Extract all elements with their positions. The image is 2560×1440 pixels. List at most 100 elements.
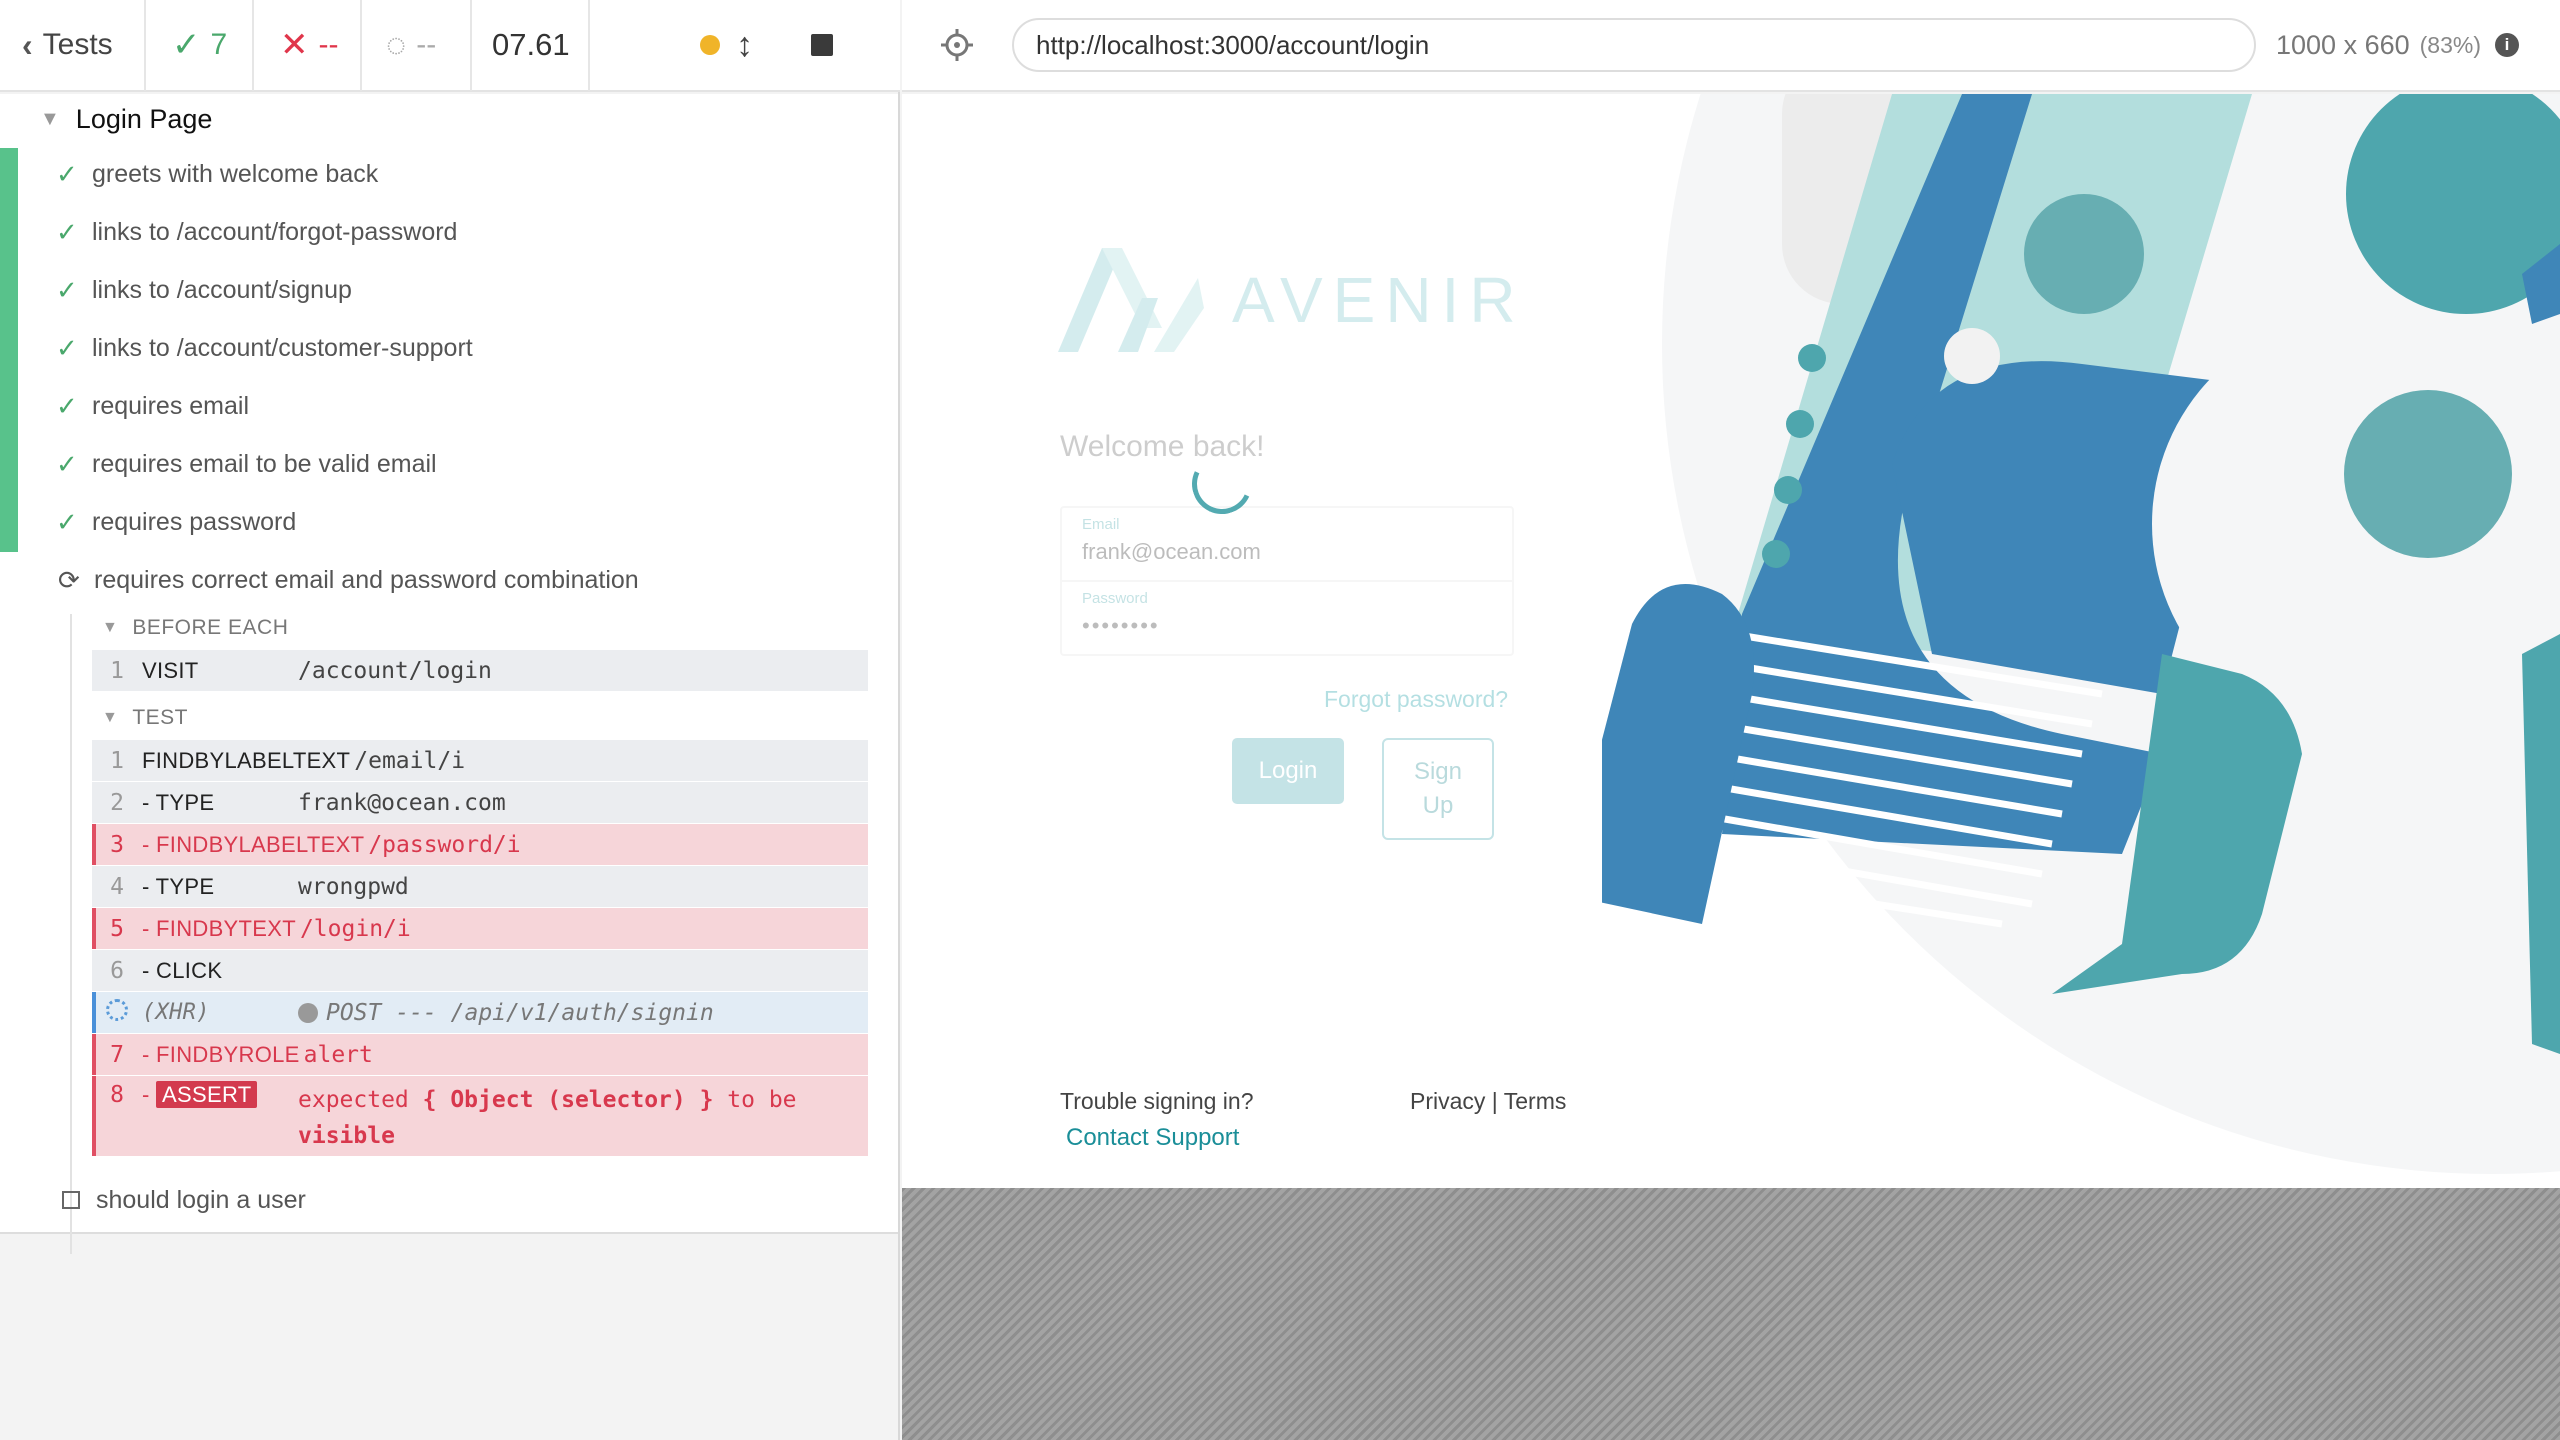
square-icon bbox=[62, 1191, 80, 1209]
test-item-pending[interactable]: should login a user bbox=[58, 1180, 306, 1220]
check-icon: ✓ bbox=[172, 26, 201, 64]
hook-test[interactable]: ▼ TEST bbox=[102, 706, 188, 730]
password-field[interactable]: Password •••••••• bbox=[1062, 582, 1512, 656]
assert-text: expected bbox=[298, 1087, 409, 1113]
test-item[interactable]: ✓ links to /account/customer-support bbox=[56, 328, 473, 368]
email-value: frank@ocean.com bbox=[1082, 539, 1261, 564]
command-log-pane: ‹ Tests ✓ 7 ✕ -- ◌ -- 07.61 ↕ ▼ Login Pa… bbox=[0, 0, 900, 1440]
password-label: Password bbox=[1082, 590, 1148, 607]
caret-down-icon: ▼ bbox=[102, 709, 119, 726]
check-icon: ✓ bbox=[56, 390, 78, 421]
viewport-size: 1000 x 660 bbox=[2276, 29, 2410, 60]
command-row-failed[interactable]: 3 FINDBYLABELTEXT /password/i bbox=[92, 824, 868, 865]
command-number: 7 bbox=[110, 1041, 124, 1068]
suite-title[interactable]: ▼ Login Page bbox=[40, 104, 212, 135]
command-number: 6 bbox=[110, 957, 124, 984]
passed-value: 7 bbox=[210, 28, 228, 61]
test-item[interactable]: ✓ links to /account/signup bbox=[56, 270, 352, 310]
auto-scroll-icon[interactable]: ↕ bbox=[736, 26, 753, 65]
command-row-xhr[interactable]: (XHR) POST --- /api/v1/auth/signin bbox=[92, 992, 868, 1033]
check-icon: ✓ bbox=[56, 274, 78, 305]
assert-badge: ASSERT bbox=[156, 1081, 258, 1108]
avenir-logo: AVENIR bbox=[1058, 248, 1526, 352]
command-row[interactable]: 1 VISIT /account/login bbox=[92, 650, 868, 691]
info-icon[interactable]: i bbox=[2494, 33, 2519, 57]
brand-name: AVENIR bbox=[1232, 264, 1526, 336]
command-row[interactable]: 2 TYPE frank@ocean.com bbox=[92, 782, 868, 823]
hook-before-each[interactable]: ▼ BEFORE EACH bbox=[102, 616, 288, 640]
test-title: links to /account/signup bbox=[92, 275, 352, 304]
viewport-scale: (83%) bbox=[2419, 31, 2481, 58]
suite-title-label: Login Page bbox=[75, 104, 213, 134]
test-item[interactable]: ✓ greets with welcome back bbox=[56, 154, 379, 194]
command-name: FINDBYLABELTEXT bbox=[142, 747, 351, 773]
test-item-running[interactable]: ⟳ requires correct email and password com… bbox=[58, 560, 639, 600]
test-item[interactable]: ✓ requires email bbox=[56, 386, 249, 426]
command-row[interactable]: 6 CLICK bbox=[92, 950, 868, 991]
logo-mark-icon bbox=[1058, 248, 1204, 352]
check-icon: ✓ bbox=[56, 506, 78, 537]
contact-support-link[interactable]: Contact Support bbox=[1066, 1124, 1239, 1152]
test-item[interactable]: ✓ requires email to be valid email bbox=[56, 444, 437, 484]
command-row-assert-failed[interactable]: 8 - ASSERT expected { Object (selector) … bbox=[92, 1076, 868, 1156]
login-button[interactable]: Login bbox=[1232, 738, 1344, 804]
viewport-info[interactable]: 1000 x 660 (83%) i bbox=[2276, 30, 2519, 61]
test-item[interactable]: ✓ requires password bbox=[56, 502, 297, 542]
command-number: 1 bbox=[110, 657, 124, 684]
command-number: 3 bbox=[110, 831, 124, 858]
command-row-failed[interactable]: 5 FINDBYTEXT /login/i bbox=[92, 908, 868, 949]
tests-label: Tests bbox=[42, 28, 113, 61]
command-row[interactable]: 4 TYPE wrongpwd bbox=[92, 866, 868, 907]
pending-count: ◌ -- bbox=[362, 0, 470, 91]
command-row[interactable]: 1 FINDBYLABELTEXT /email/i bbox=[92, 740, 868, 781]
signup-button[interactable]: Sign Up bbox=[1382, 738, 1494, 840]
hook-title: BEFORE EACH bbox=[132, 616, 289, 639]
command-message: /password/i bbox=[368, 831, 521, 858]
email-field[interactable]: Email frank@ocean.com bbox=[1062, 508, 1512, 582]
stop-icon[interactable] bbox=[811, 34, 833, 56]
command-message: /login/i bbox=[299, 915, 411, 942]
back-to-tests-button[interactable]: ‹ Tests bbox=[0, 0, 146, 91]
duration: 07.61 bbox=[470, 0, 590, 91]
test-item[interactable]: ✓ links to /account/forgot-password bbox=[56, 212, 458, 252]
hero-illustration bbox=[1602, 94, 2560, 1174]
command-row-failed[interactable]: 7 FINDBYROLE alert bbox=[92, 1034, 868, 1075]
command-number: 5 bbox=[110, 915, 124, 942]
forgot-password-link[interactable]: Forgot password? bbox=[1324, 686, 1508, 713]
command-name: FINDBYROLE bbox=[142, 1042, 300, 1068]
passed-count: ✓ 7 bbox=[146, 0, 254, 91]
test-title: links to /account/forgot-password bbox=[92, 217, 458, 246]
check-icon: ✓ bbox=[56, 448, 78, 479]
assert-text: to be bbox=[727, 1087, 797, 1113]
url-bar[interactable]: http://localhost:3000/account/login bbox=[1012, 18, 2256, 72]
x-icon: ✕ bbox=[280, 26, 309, 64]
test-title: requires password bbox=[92, 507, 297, 536]
login-form: AVENIR Welcome back! Email frank@ocean.c… bbox=[902, 94, 1602, 1188]
run-controls: ↕ bbox=[590, 0, 900, 91]
signup-label-line2: Up bbox=[1422, 792, 1454, 819]
command-name: (XHR) bbox=[142, 1000, 210, 1025]
assert-subject: { Object (selector) } bbox=[422, 1087, 714, 1113]
signup-label: Sign Up bbox=[1414, 755, 1462, 823]
passed-tests-indicator bbox=[0, 148, 18, 552]
command-name: VISIT bbox=[142, 657, 199, 683]
reporter-header: ‹ Tests ✓ 7 ✕ -- ◌ -- 07.61 ↕ bbox=[0, 0, 900, 92]
test-title: requires correct email and password comb… bbox=[94, 565, 639, 594]
crosshair-icon bbox=[941, 29, 973, 61]
privacy-terms-links[interactable]: Privacy | Terms bbox=[1410, 1088, 1566, 1115]
check-icon: ✓ bbox=[56, 332, 78, 363]
assert-expectation: visible bbox=[298, 1123, 395, 1149]
app-preview-frame: AVENIR Welcome back! Email frank@ocean.c… bbox=[902, 94, 2560, 1188]
command-message: wrongpwd bbox=[298, 873, 409, 900]
selector-playground-button[interactable] bbox=[902, 28, 1012, 62]
command-message: frank@ocean.com bbox=[298, 789, 506, 816]
hook-indent-line bbox=[70, 614, 72, 1254]
caret-down-icon: ▼ bbox=[102, 619, 119, 636]
command-message: expected { Object (selector) } to be vis… bbox=[298, 1082, 858, 1154]
command-message: /account/login bbox=[298, 657, 492, 684]
running-indicator-icon bbox=[700, 35, 720, 55]
aut-header: http://localhost:3000/account/login 1000… bbox=[902, 0, 2560, 92]
test-title: greets with welcome back bbox=[92, 159, 379, 188]
signup-label-line1: Sign bbox=[1413, 758, 1463, 785]
chevron-left-icon: ‹ bbox=[22, 26, 33, 63]
